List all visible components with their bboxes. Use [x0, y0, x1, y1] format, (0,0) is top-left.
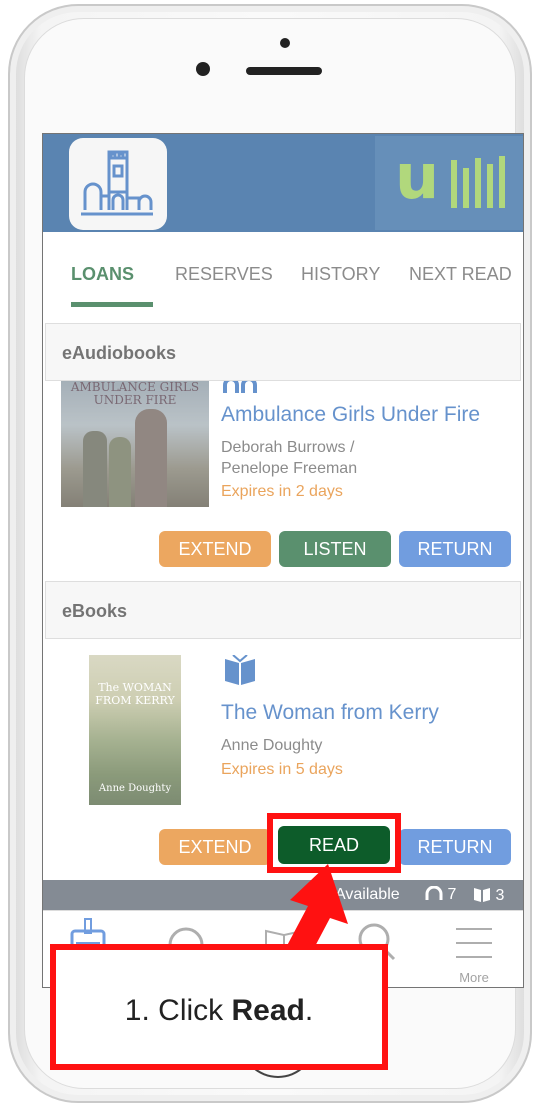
- expiry-text: Expires in 5 days: [221, 761, 343, 778]
- nav-more[interactable]: More: [439, 917, 509, 987]
- tab-history[interactable]: HISTORY: [301, 264, 380, 285]
- cover-author-text: Anne Doughty: [98, 783, 172, 794]
- instruction-callout: 1. Click Read.: [50, 944, 388, 1070]
- book-cover[interactable]: AMBULANCE GIRLS UNDER FIRE: [61, 381, 209, 507]
- tab-next-read[interactable]: NEXT READ: [409, 264, 512, 285]
- instruction-prefix: 1. Click: [124, 994, 232, 1027]
- library-logo-icon[interactable]: [69, 138, 167, 230]
- tab-loans[interactable]: LOANS: [71, 264, 134, 285]
- audio-count-value: 7: [447, 886, 457, 903]
- section-title: eBooks: [62, 601, 128, 621]
- earpiece-speaker: [246, 67, 322, 75]
- proximity-sensor: [280, 38, 290, 48]
- active-tab-indicator: [71, 302, 153, 307]
- return-button[interactable]: RETURN: [399, 531, 511, 567]
- instruction-text: 1. Click Read.: [56, 994, 382, 1028]
- cover-figure: [109, 437, 131, 507]
- audio-count: 7: [425, 885, 457, 904]
- ebook-count: 3: [473, 886, 504, 905]
- expiry-text: Expires in 2 days: [221, 483, 343, 500]
- brand-logo-icon: u: [375, 136, 523, 230]
- section-title: eAudiobooks: [62, 343, 177, 363]
- book-title-link[interactable]: Ambulance Girls Under Fire: [221, 403, 480, 427]
- app-header: u: [43, 134, 523, 232]
- section-header-eaudiobooks: eAudiobooks: [45, 323, 521, 381]
- cover-title-text: The WOMAN FROM KERRY: [95, 681, 175, 707]
- nav-more-label: More: [459, 970, 489, 985]
- instruction-suffix: .: [304, 994, 314, 1027]
- cover-figure: [83, 431, 107, 507]
- castle-icon: [81, 150, 153, 216]
- loan-item-audiobook: AMBULANCE GIRLS UNDER FIRE Ambulance Gir…: [43, 381, 523, 581]
- front-camera-icon: [196, 62, 210, 76]
- tab-reserves[interactable]: RESERVES: [175, 264, 273, 285]
- headphones-icon: [425, 885, 443, 900]
- return-button[interactable]: RETURN: [399, 829, 511, 865]
- book-author: Anne Doughty: [221, 737, 323, 754]
- book-cover[interactable]: The WOMAN FROM KERRY Anne Doughty: [89, 655, 181, 805]
- book-count-icon: [474, 888, 490, 902]
- menu-icon: [456, 928, 492, 958]
- read-button[interactable]: READ: [278, 826, 390, 864]
- instruction-emphasis: Read: [231, 994, 305, 1027]
- ebook-icon: [225, 655, 255, 685]
- listen-button[interactable]: LISTEN: [279, 531, 391, 567]
- bookshelf-icon: [451, 156, 505, 208]
- extend-button[interactable]: EXTEND: [159, 531, 271, 567]
- cover-figure: [135, 409, 167, 507]
- section-header-ebooks: eBooks: [45, 581, 521, 639]
- cover-title-text: AMBULANCE GIRLS UNDER FIRE: [70, 380, 200, 407]
- book-author: Penelope Freeman: [221, 460, 358, 477]
- loan-tabs: LOANS RESERVES HISTORY NEXT READ: [43, 232, 523, 324]
- audiobook-icon: [223, 381, 257, 393]
- ebook-count-value: 3: [495, 887, 505, 904]
- brand-u-glyph: u: [395, 140, 440, 213]
- book-title-link[interactable]: The Woman from Kerry: [221, 701, 439, 725]
- book-author: Deborah Burrows /: [221, 439, 355, 456]
